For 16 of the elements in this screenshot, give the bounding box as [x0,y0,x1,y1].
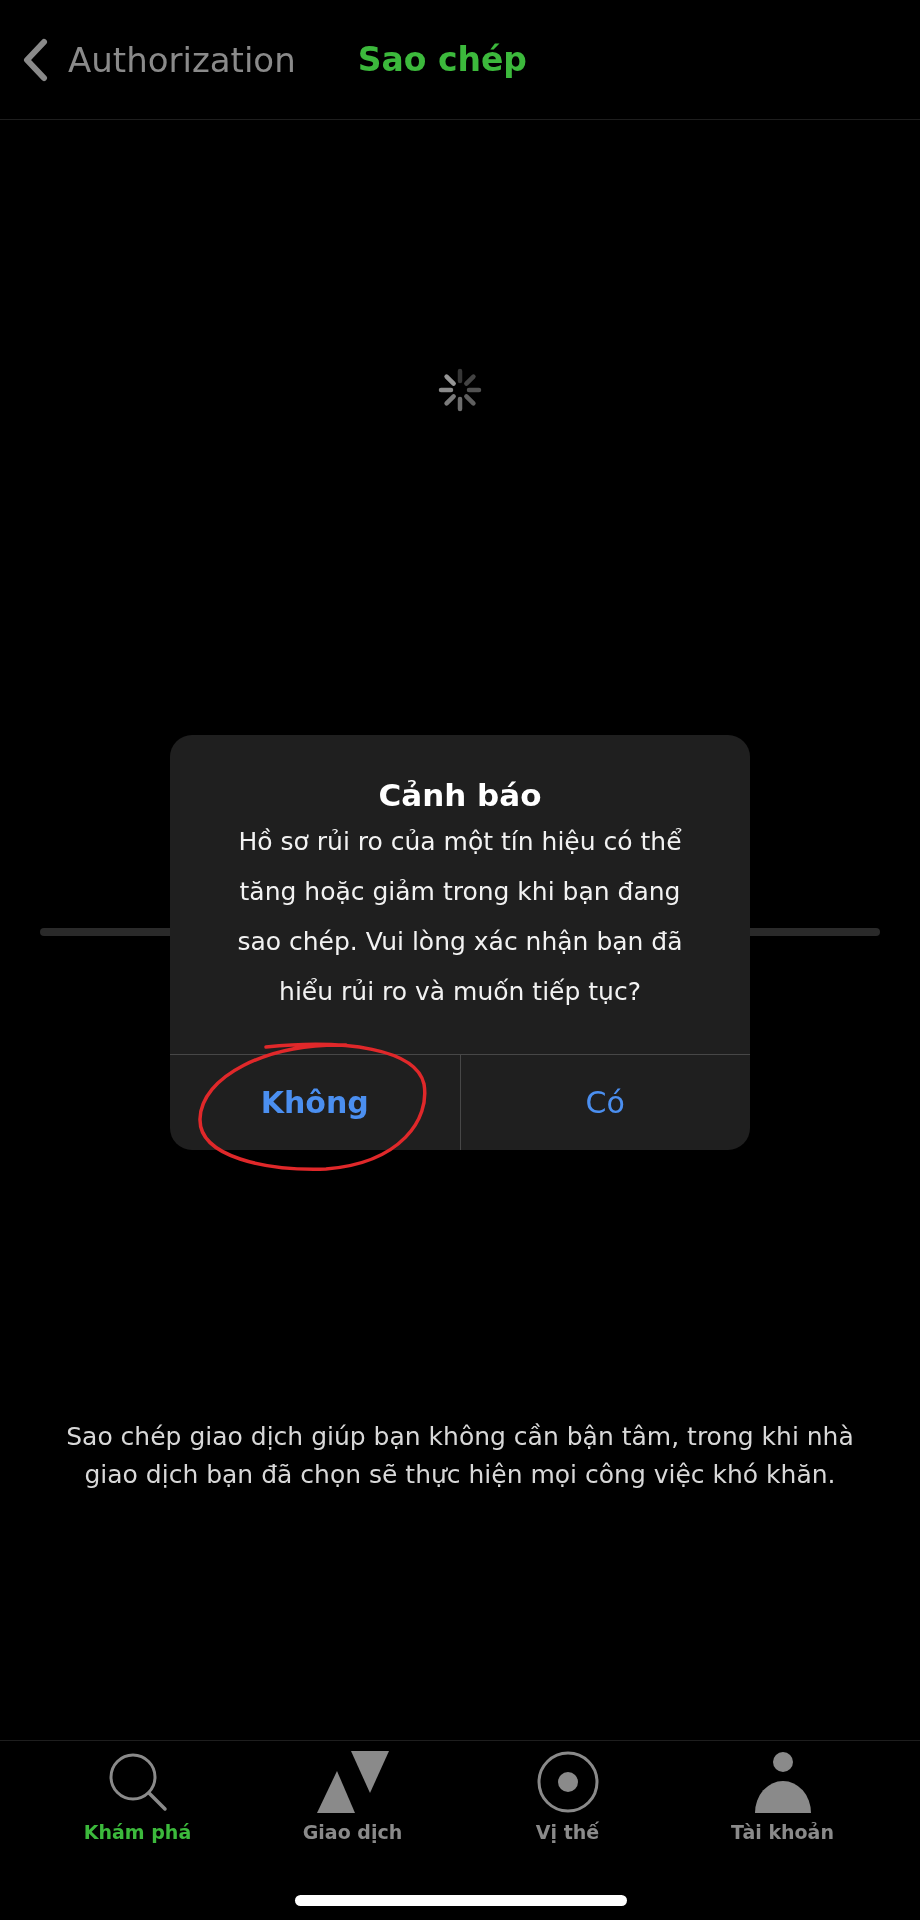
page-title: Sao chép [357,40,527,79]
description-text: Sao chép giao dịch giúp bạn không cần bận tâm, trong khi nhà giao dịch bạn đã chọn sẽ thực hiện mọi công việc khó khăn. [65,1421,855,1491]
dialog-message: Hồ sơ rủi ro của một tín hiệu có thể tăng hoặc giảm trong khi bạn đang sao chép. Vui lòng xác nhận bạn đã hiểu rủi ro và muốn tiếp tục? [236,826,684,1008]
tab-item[interactable]: Vị thế [477,1751,658,1851]
triangles-icon [316,1751,389,1813]
person-icon [754,1751,811,1813]
chevron-left-icon [22,37,48,82]
tab-item[interactable]: Giao dịch [262,1751,443,1851]
loading-spinner-icon [438,368,482,412]
target-icon [536,1751,599,1813]
back-button[interactable]: Authorization [22,37,296,82]
dialog-button[interactable]: Có [459,1055,750,1150]
tab-item[interactable]: Tài khoản [692,1751,873,1851]
dialog-title: Cảnh báo [378,777,542,813]
tab-item[interactable]: Khám phá [47,1751,228,1851]
dialog-button[interactable]: Không [170,1055,460,1150]
